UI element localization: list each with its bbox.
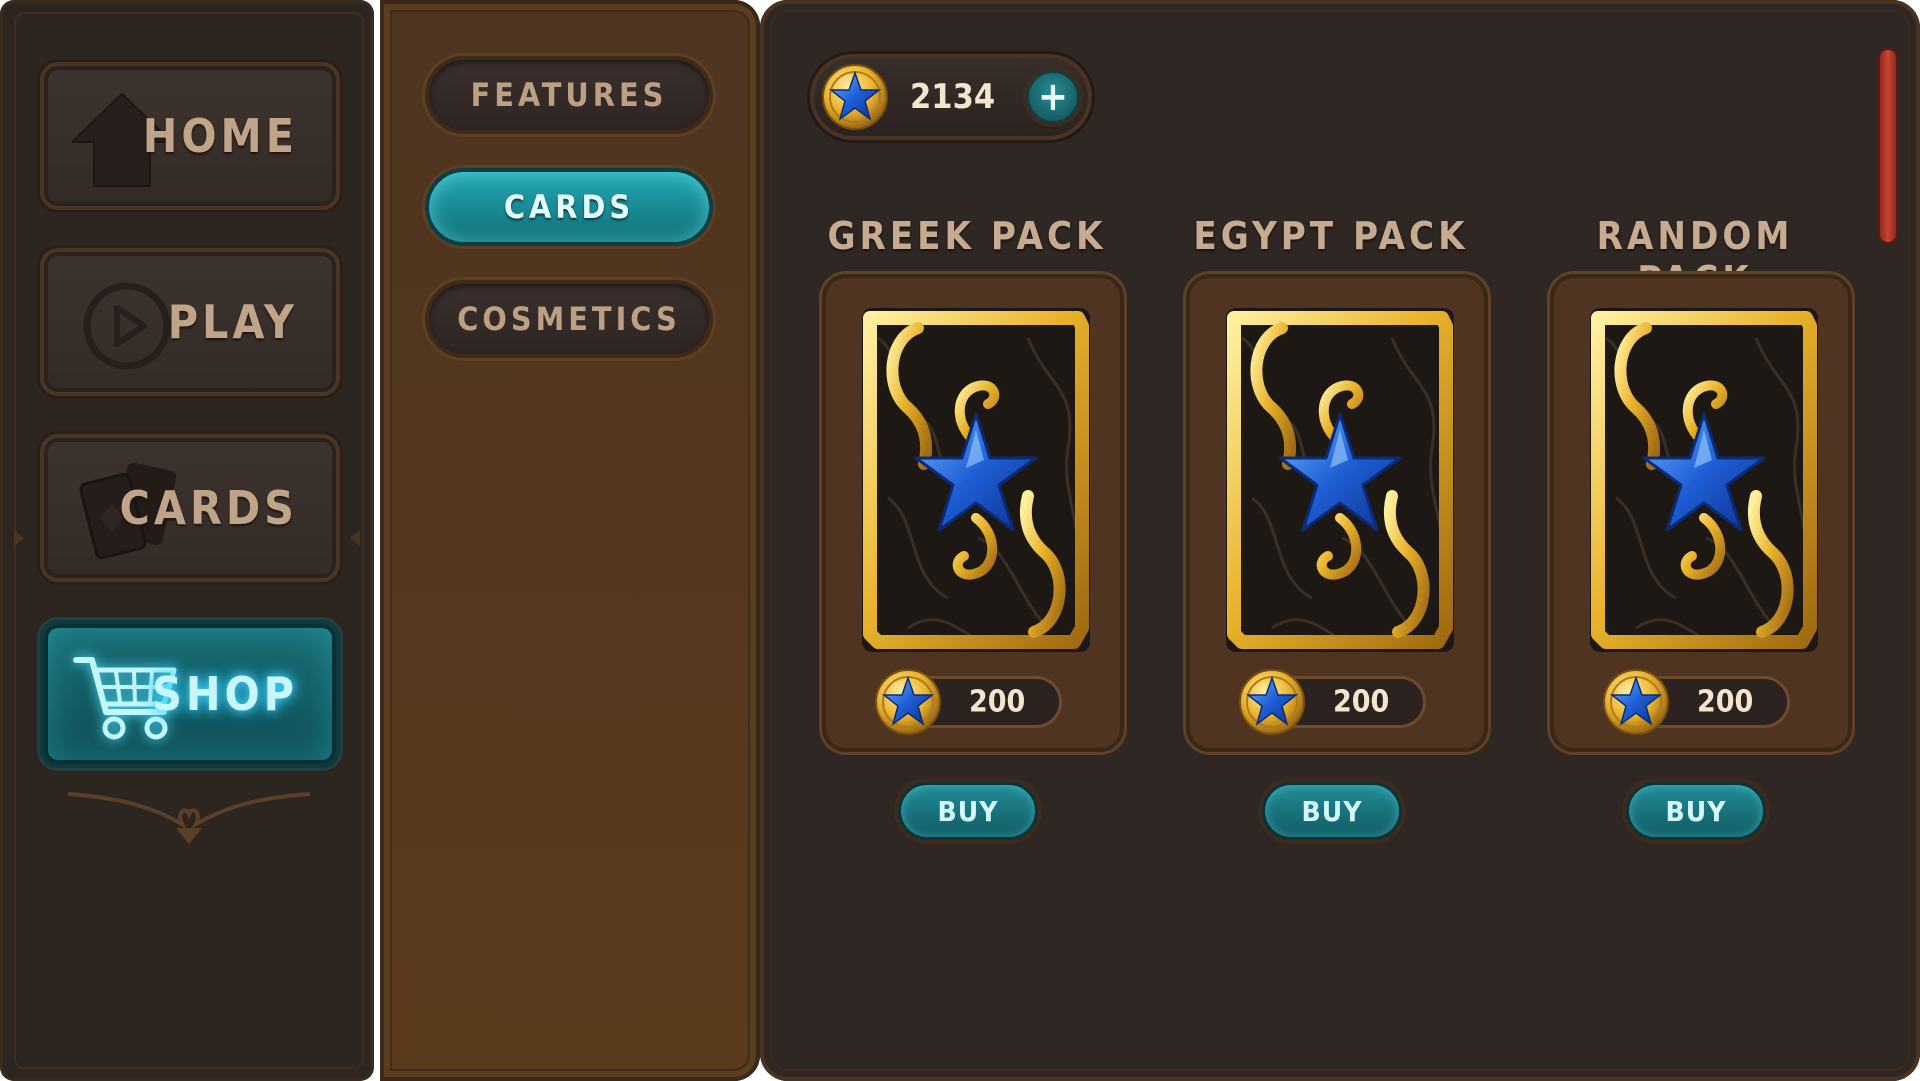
card-back-art xyxy=(1226,308,1454,652)
star-coin-icon xyxy=(822,64,888,130)
panel-notch-right xyxy=(350,530,360,546)
card-back-art xyxy=(1590,308,1818,652)
ornament-flourish xyxy=(67,792,311,844)
pack-price: 200 xyxy=(1603,669,1790,735)
nav-cards-button[interactable]: CARDS xyxy=(40,434,340,582)
buy-label: BUY xyxy=(1665,794,1727,828)
pack-title: GREEK PACK xyxy=(827,214,1107,258)
nav-shop-label: SHOP xyxy=(152,667,298,721)
category-panel: FEATURES CARDS COSMETICS xyxy=(380,0,760,1081)
buy-label: BUY xyxy=(1301,794,1363,828)
nav-home-button[interactable]: HOME xyxy=(40,62,340,210)
nav-shop-button[interactable]: SHOP xyxy=(40,620,340,768)
buy-egypt-pack-button[interactable]: BUY xyxy=(1262,782,1402,840)
buy-label: BUY xyxy=(937,794,999,828)
category-cards-label: CARDS xyxy=(503,188,635,226)
buy-greek-pack-button[interactable]: BUY xyxy=(898,782,1038,840)
pack-price-amount: 200 xyxy=(1697,684,1754,720)
pack-price-amount: 200 xyxy=(1333,684,1390,720)
wallet-balance: 2134 + xyxy=(810,54,1092,140)
wallet-amount: 2134 xyxy=(910,77,996,117)
add-currency-button[interactable]: + xyxy=(1026,70,1080,124)
star-coin-icon xyxy=(875,669,941,735)
pack-frame: 200 xyxy=(1550,274,1852,752)
pack-card: GREEK PACK 200 BUY xyxy=(812,214,1124,854)
nav-home-label: HOME xyxy=(142,109,298,163)
pack-card: EGYPT PACK 200 BUY xyxy=(1176,214,1488,854)
category-cards-button[interactable]: CARDS xyxy=(425,168,713,246)
star-coin-icon xyxy=(1239,669,1305,735)
nav-cards-label: CARDS xyxy=(119,481,298,535)
nav-play-button[interactable]: PLAY xyxy=(40,248,340,396)
shop-panel: 2134 + GREEK PACK 200 BUY EGYPT PACK 200… xyxy=(760,0,1920,1081)
shop-screen: HOME PLAY CARDS SHOP FEATURES CARDS COSM… xyxy=(0,0,1920,1081)
pack-title: EGYPT PACK xyxy=(1193,214,1469,258)
pack-frame: 200 xyxy=(1186,274,1488,752)
pack-price-amount: 200 xyxy=(969,684,1026,720)
pack-price: 200 xyxy=(875,669,1062,735)
category-features-label: FEATURES xyxy=(470,76,668,114)
main-nav-panel: HOME PLAY CARDS SHOP xyxy=(0,0,374,1081)
pack-card: RANDOM PACK xyxy=(1540,214,1852,854)
pack-frame: 200 xyxy=(822,274,1124,752)
star-coin-icon xyxy=(1603,669,1669,735)
buy-random-pack-button[interactable]: BUY xyxy=(1626,782,1766,840)
panel-notch-left xyxy=(14,530,24,546)
play-icon xyxy=(83,282,171,370)
pack-price: 200 xyxy=(1239,669,1426,735)
category-features-button[interactable]: FEATURES xyxy=(425,56,713,134)
nav-play-label: PLAY xyxy=(167,295,298,349)
category-cosmetics-button[interactable]: COSMETICS xyxy=(425,280,713,358)
scrollbar-thumb[interactable] xyxy=(1878,48,1898,244)
card-back-art xyxy=(862,308,1090,652)
category-cosmetics-label: COSMETICS xyxy=(457,300,681,338)
